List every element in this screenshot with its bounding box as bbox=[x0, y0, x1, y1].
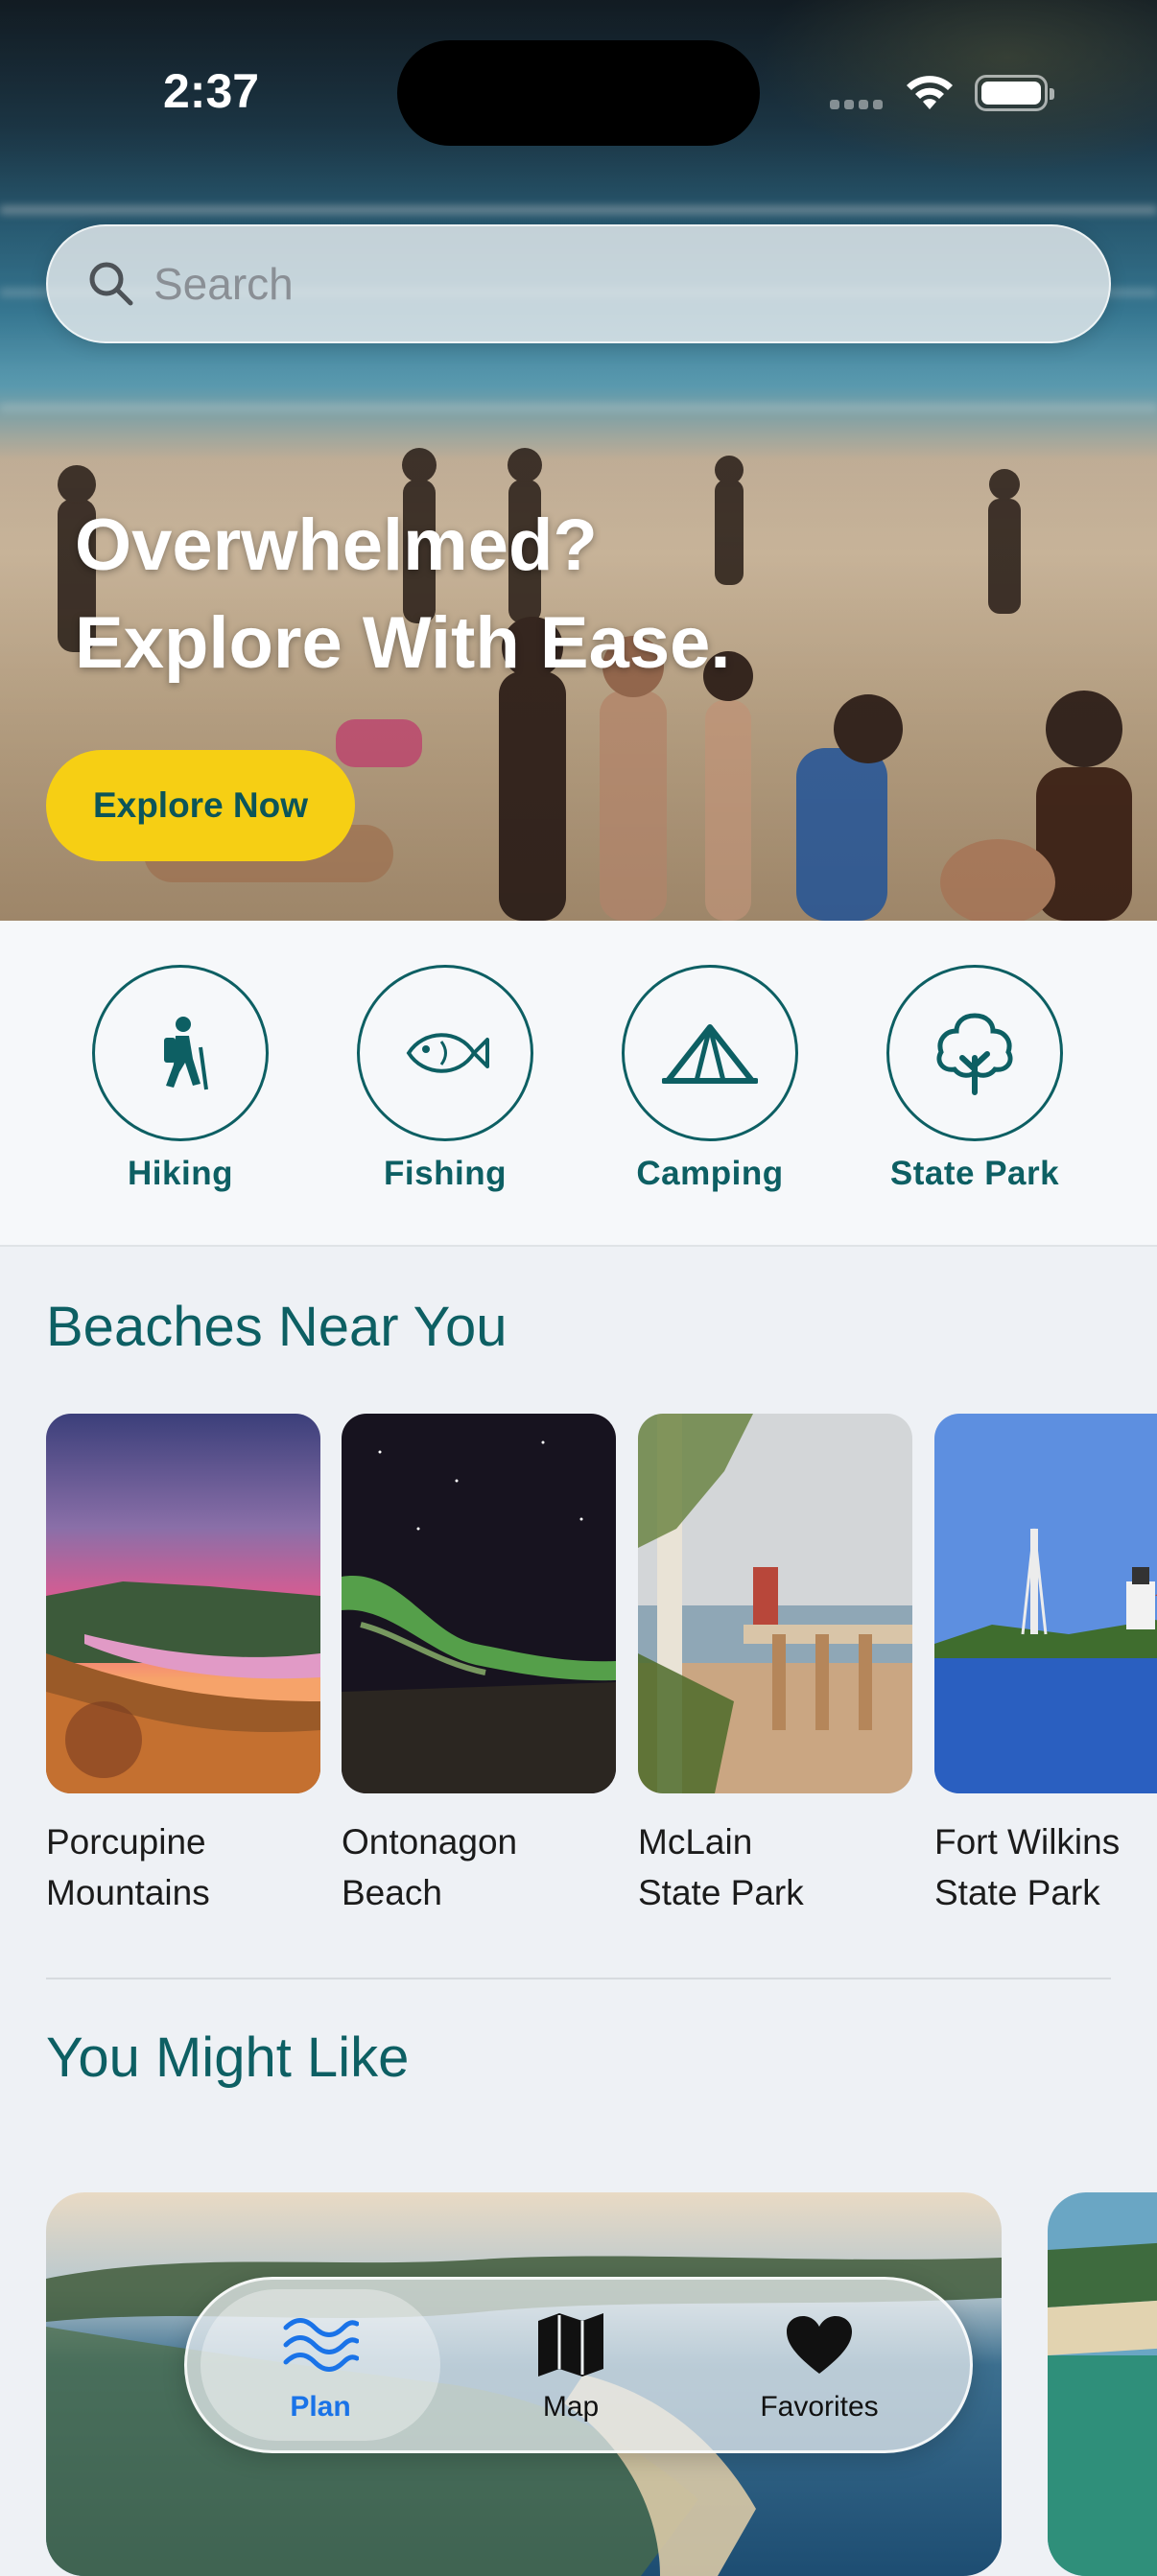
tab-plan[interactable]: Plan bbox=[201, 2289, 440, 2441]
beach-image[interactable] bbox=[934, 1414, 1157, 1793]
category-state-park[interactable]: State Park bbox=[869, 965, 1080, 1193]
waves-icon bbox=[283, 2318, 359, 2372]
search-input[interactable] bbox=[152, 257, 1109, 311]
beach-card-porcupine[interactable]: Porcupine Mountains bbox=[46, 1414, 320, 1918]
category-circle[interactable] bbox=[886, 965, 1063, 1141]
tab-label: Favorites bbox=[760, 2391, 879, 2423]
beach-name-line1: Fort Wilkins bbox=[934, 1822, 1121, 1862]
recommendation-card[interactable] bbox=[1048, 2192, 1157, 2576]
beach-name: McLain State Park bbox=[638, 1816, 912, 1918]
category-label: State Park bbox=[889, 1155, 1060, 1192]
section-divider bbox=[46, 1978, 1111, 1979]
category-camping[interactable]: Camping bbox=[604, 965, 815, 1193]
beach-name-line1: Porcupine bbox=[46, 1822, 206, 1862]
map-icon bbox=[538, 2313, 603, 2377]
beach-image[interactable] bbox=[342, 1414, 616, 1793]
beach-card-fort-wilkins[interactable]: Fort Wilkins State Park bbox=[934, 1414, 1157, 1918]
beach-name: Porcupine Mountains bbox=[46, 1816, 320, 1918]
search-bar[interactable] bbox=[46, 224, 1111, 343]
beach-name: Fort Wilkins State Park bbox=[934, 1816, 1157, 1918]
tree-icon bbox=[936, 1013, 1013, 1095]
explore-now-button[interactable]: Explore Now bbox=[46, 750, 355, 861]
category-label: Fishing bbox=[384, 1155, 507, 1192]
fish-icon bbox=[406, 1033, 489, 1073]
hero-headline-line2: Explore With Ease. bbox=[75, 602, 731, 684]
category-label: Hiking bbox=[128, 1155, 233, 1192]
tab-favorites[interactable]: Favorites bbox=[699, 2289, 939, 2441]
battery-icon bbox=[975, 75, 1054, 111]
might-like-section-title: You Might Like bbox=[46, 2026, 410, 2089]
status-time: 2:37 bbox=[163, 64, 260, 118]
hero-headline-line1: Overwhelmed? bbox=[75, 504, 598, 586]
beach-image[interactable] bbox=[46, 1414, 320, 1793]
tab-label: Plan bbox=[290, 2391, 351, 2423]
category-row: Hiking Fishing Camping State Park bbox=[0, 921, 1157, 1247]
dynamic-island bbox=[397, 40, 760, 146]
category-label: Camping bbox=[636, 1155, 784, 1192]
heart-icon bbox=[787, 2316, 852, 2374]
beach-image[interactable] bbox=[638, 1414, 912, 1793]
hero-headline: Overwhelmed? Explore With Ease. bbox=[75, 497, 731, 692]
green-shore-image bbox=[1048, 2192, 1157, 2576]
tent-icon bbox=[662, 1024, 758, 1084]
beach-card-ontonagon[interactable]: Ontonagon Beach bbox=[342, 1414, 616, 1918]
sunset-landscape-image bbox=[46, 1414, 320, 1793]
tab-bar: Plan Map Favorites bbox=[184, 2277, 973, 2453]
status-bar: 2:37 bbox=[0, 0, 1157, 146]
beach-name-line2: State Park bbox=[934, 1873, 1100, 1912]
pier-lighthouse-image bbox=[638, 1414, 912, 1793]
category-circle[interactable] bbox=[357, 965, 533, 1141]
cellular-signal-icon bbox=[830, 100, 883, 109]
category-hiking[interactable]: Hiking bbox=[75, 965, 286, 1193]
beach-card-mclain[interactable]: McLain State Park bbox=[638, 1414, 912, 1918]
tab-label: Map bbox=[542, 2391, 600, 2423]
beach-name-line2: State Park bbox=[638, 1873, 804, 1912]
search-icon bbox=[89, 262, 133, 306]
aurora-image bbox=[342, 1414, 616, 1793]
beach-name-line1: McLain bbox=[638, 1822, 753, 1862]
category-fishing[interactable]: Fishing bbox=[340, 965, 551, 1193]
lighthouse-lake-image bbox=[934, 1414, 1157, 1793]
tab-map[interactable]: Map bbox=[451, 2289, 691, 2441]
beach-name-line1: Ontonagon bbox=[342, 1822, 518, 1862]
wifi-icon bbox=[907, 76, 953, 109]
category-circle[interactable] bbox=[92, 965, 269, 1141]
beaches-section-title: Beaches Near You bbox=[46, 1296, 508, 1358]
hiking-icon bbox=[164, 1017, 208, 1090]
beach-name: Ontonagon Beach bbox=[342, 1816, 616, 1918]
category-circle[interactable] bbox=[622, 965, 798, 1141]
beach-name-line2: Beach bbox=[342, 1873, 442, 1912]
beach-name-line2: Mountains bbox=[46, 1873, 210, 1912]
